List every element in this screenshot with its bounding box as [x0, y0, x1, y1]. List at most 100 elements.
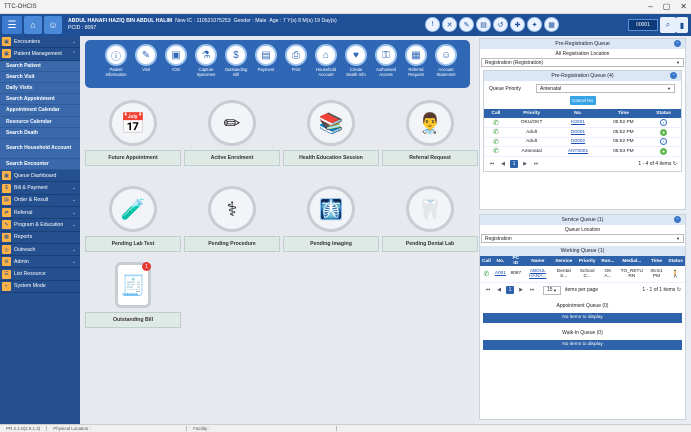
info-status-icon[interactable]: i: [660, 138, 668, 146]
close-icon[interactable]: ✕: [680, 2, 687, 11]
sidebar-sub-search-patient[interactable]: Search Patient: [0, 60, 80, 72]
search-icon[interactable]: ⌕: [660, 17, 676, 33]
sidebar-item-reports[interactable]: ▦ Reports: [0, 232, 80, 244]
page-button[interactable]: 1: [510, 159, 518, 168]
queue-number-link[interactable]: D0001: [571, 130, 585, 135]
active-status-icon[interactable]: ●: [660, 147, 668, 155]
cancel-no-button[interactable]: Cancel No: [569, 96, 596, 105]
tile-pending-lab-test[interactable]: 🧪 Pending Lab Test: [85, 186, 181, 252]
ribbon-print[interactable]: ⎙ Print: [281, 44, 311, 73]
sidebar-item-order-result[interactable]: ▤ Order & Result ⌄: [0, 195, 80, 207]
collapse-icon[interactable]: ⌃: [674, 216, 681, 223]
column-header[interactable]: Status: [666, 256, 685, 266]
ribbon-authorised-access[interactable]: ⚿ Authorised Access: [371, 44, 401, 78]
history-icon[interactable]: ↺: [493, 17, 508, 32]
column-header[interactable]: Service: [552, 256, 576, 266]
ribbon-account-statement[interactable]: ☺ Account Statement: [431, 44, 461, 78]
patient-name-link[interactable]: ABDUL HANA...: [529, 269, 546, 279]
sidebar-item-patient-management[interactable]: ▣ Patient Management ⌃: [0, 48, 80, 61]
sidebar-item-admin[interactable]: ⚙ Admin ⌄: [0, 256, 80, 269]
refresh-icon[interactable]: ↻: [677, 287, 681, 293]
sidebar-item-list-resource[interactable]: ☰ List Resource: [0, 268, 80, 281]
sidebar-sub-search-visit[interactable]: Search Visit: [0, 71, 80, 83]
first-page-icon[interactable]: ⏮: [484, 286, 492, 294]
sidebar-sub-search-death[interactable]: Search Death: [0, 127, 80, 139]
next-page-icon[interactable]: ▶: [521, 160, 529, 168]
call-icon[interactable]: ✆: [493, 148, 499, 155]
vaccine-icon[interactable]: ✦: [527, 17, 542, 32]
column-header[interactable]: Time: [646, 256, 667, 266]
sidebar-item-outreach[interactable]: ◎ Outreach ⌄: [0, 244, 80, 257]
refresh-icon[interactable]: ↻: [673, 161, 677, 167]
ribbon-icm[interactable]: ▣ ICM: [161, 44, 191, 73]
tile-outstanding-bill[interactable]: 🧾 1 Outstanding Bill: [85, 262, 181, 328]
maximize-icon[interactable]: ▢: [663, 2, 671, 11]
call-icon[interactable]: ✆: [493, 129, 499, 136]
tile-pending-procedure[interactable]: ⚕ Pending Procedure: [184, 186, 280, 252]
column-header[interactable]: Medial...: [616, 256, 647, 266]
column-header[interactable]: No.: [492, 256, 509, 266]
home-icon[interactable]: ⌂: [24, 16, 42, 34]
column-header[interactable]: Time: [600, 109, 647, 118]
ribbon-visit[interactable]: ✎ Visit: [131, 44, 161, 73]
active-status-icon[interactable]: ●: [660, 128, 668, 136]
ribbon-outstanding-bill[interactable]: $ Outstanding Bill: [221, 44, 251, 78]
patient-avatar-icon[interactable]: ☺: [44, 16, 62, 34]
column-header[interactable]: PC ID: [508, 256, 524, 266]
queue-number-link[interactable]: A001: [495, 271, 506, 276]
sidebar-item-encounters[interactable]: ▣ Encounters ⌄: [0, 36, 80, 49]
first-page-icon[interactable]: ⏮: [488, 160, 496, 168]
column-header[interactable]: Priority: [575, 256, 599, 266]
column-header[interactable]: Name: [523, 256, 553, 266]
prev-page-icon[interactable]: ◀: [499, 160, 507, 168]
next-page-icon[interactable]: ▶: [517, 286, 525, 294]
sidebar-item-bill-payment[interactable]: $ Bill & Payment ⌄: [0, 182, 80, 195]
ribbon-patient-information[interactable]: ⓘ Patient Information: [101, 44, 131, 78]
menu-toggle-icon[interactable]: ☰: [2, 16, 22, 34]
column-header[interactable]: No.: [555, 109, 601, 118]
queue-number-link[interactable]: ANT0001: [568, 149, 588, 154]
sidebar-item-queue-dashboard[interactable]: ▣ Queue Dashboard: [0, 170, 80, 183]
call-icon[interactable]: ✆: [483, 271, 489, 278]
note-icon[interactable]: ✎: [459, 17, 474, 32]
location-select[interactable]: Registration (Registration) ▼: [481, 58, 684, 67]
ribbon-payment[interactable]: ▤ Payment: [251, 44, 281, 73]
column-header[interactable]: Call: [484, 109, 508, 118]
call-icon[interactable]: ✆: [493, 120, 499, 127]
last-page-icon[interactable]: ⏭: [528, 286, 536, 294]
ribbon-referral-request[interactable]: ▦ Referral Request: [401, 44, 431, 78]
ribbon-create-death-info[interactable]: ♥ Create Death Info: [341, 44, 371, 78]
info-status-icon[interactable]: i: [660, 119, 668, 126]
queue-number-link[interactable]: K0001: [571, 120, 585, 125]
tile-pending-imaging[interactable]: 🩻 Pending Imaging: [283, 186, 379, 252]
ribbon-capture-specimen[interactable]: ⚗ Capture Specimen: [191, 44, 221, 78]
sidebar-sub-search-encounter[interactable]: Search Encounter: [0, 158, 80, 171]
queue-number-link[interactable]: D0002: [571, 139, 585, 144]
column-header[interactable]: Rsn...: [598, 256, 617, 266]
tile-future-appointment[interactable]: 📅 Future Appointment: [85, 100, 181, 166]
call-icon[interactable]: ✆: [493, 139, 499, 146]
collapse-icon[interactable]: ⌃: [674, 40, 681, 47]
sidebar-item-system-mode[interactable]: ◐ System Mode: [0, 281, 80, 294]
per-page-select[interactable]: 15 ▼: [543, 285, 561, 295]
prev-page-icon[interactable]: ◀: [495, 286, 503, 294]
priority-select[interactable]: Antenatal ▼: [536, 84, 675, 93]
tile-pending-dental-lab[interactable]: 🦷 Pending Dental Lab: [382, 186, 478, 252]
page-button[interactable]: 1: [506, 286, 514, 294]
column-header[interactable]: Priority: [507, 109, 556, 118]
sidebar-item-referral[interactable]: ⇄ Referral ⌄: [0, 207, 80, 220]
minimize-icon[interactable]: –: [648, 2, 652, 11]
walking-status-icon[interactable]: 🚶: [671, 271, 680, 278]
queue-location-select[interactable]: Registration ▼: [481, 234, 684, 243]
sidebar-sub-search-appointment[interactable]: Search Appointment: [0, 94, 80, 106]
sidebar-sub-resource-calendar[interactable]: Resource Calendar: [0, 116, 80, 128]
collapse-icon[interactable]: ⌃: [670, 72, 677, 79]
sidebar-sub-appointment-calendar[interactable]: Appointment Calendar: [0, 105, 80, 117]
last-page-icon[interactable]: ⏭: [532, 160, 540, 168]
document-icon[interactable]: ▦: [544, 17, 559, 32]
record-icon[interactable]: ▤: [476, 17, 491, 32]
column-header[interactable]: Status: [646, 109, 681, 118]
sidebar-sub-search-household[interactable]: Search Household Account: [0, 138, 80, 159]
sidebar-sub-daily-visits[interactable]: Daily Visits: [0, 82, 80, 95]
column-header[interactable]: Call: [480, 256, 493, 266]
